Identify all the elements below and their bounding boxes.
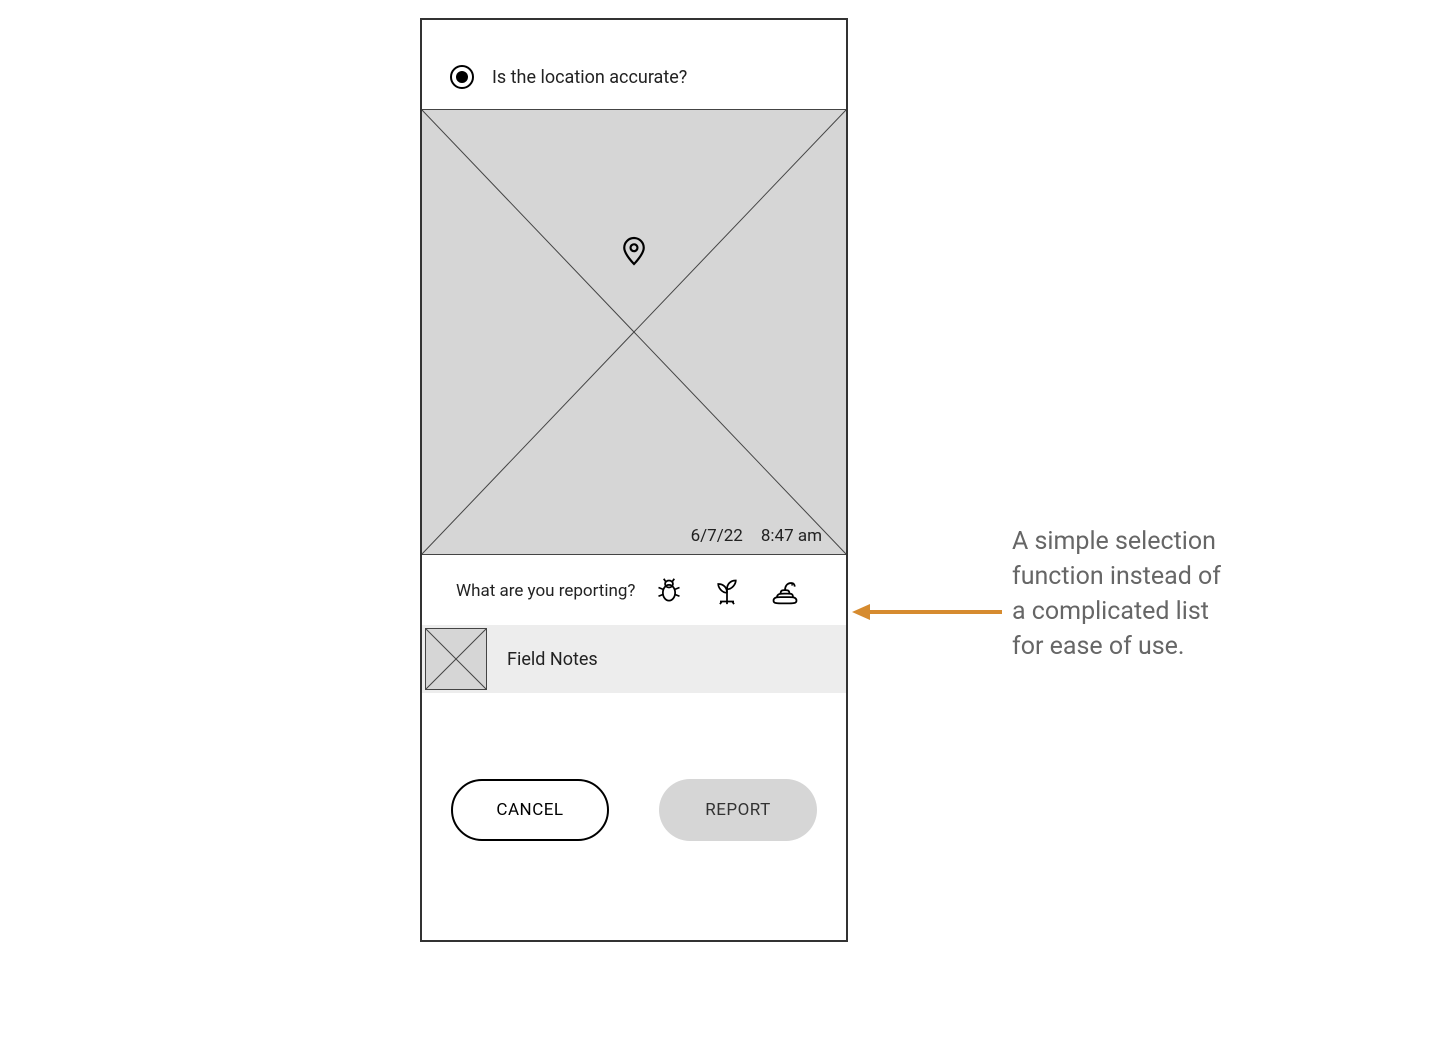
reporting-icon-group [653,575,801,607]
reporting-row: What are you reporting? [422,555,846,625]
cancel-button[interactable]: CANCEL [451,779,609,841]
location-question-text: Is the location accurate? [492,67,687,88]
field-notes-label: Field Notes [507,649,598,670]
map-time: 8:47 am [761,526,822,546]
field-notes-row[interactable]: Field Notes [422,625,846,693]
placeholder-x-small-icon [426,629,486,689]
radio-selected-icon[interactable] [450,65,474,89]
action-button-row: CANCEL REPORT [422,693,846,841]
bug-icon[interactable] [653,575,685,607]
phone-frame: Is the location accurate? 6/7/22 8:47 am… [420,18,848,942]
location-question-row: Is the location accurate? [422,20,846,109]
cancel-button-label: CANCEL [496,800,563,820]
snake-icon[interactable] [769,575,801,607]
field-notes-thumbnail [425,628,487,690]
reporting-label: What are you reporting? [456,581,635,601]
map-timestamp: 6/7/22 8:47 am [691,526,822,546]
report-button[interactable]: REPORT [659,779,817,841]
placeholder-x-icon [422,110,846,554]
map-placeholder[interactable]: 6/7/22 8:47 am [422,109,846,555]
map-date: 6/7/22 [691,526,743,546]
map-pin-icon[interactable] [621,235,647,271]
annotation-text: A simple selection function instead of a… [1012,524,1237,664]
plant-icon[interactable] [711,575,743,607]
report-button-label: REPORT [705,800,771,820]
annotation-arrow-icon [852,600,1002,628]
